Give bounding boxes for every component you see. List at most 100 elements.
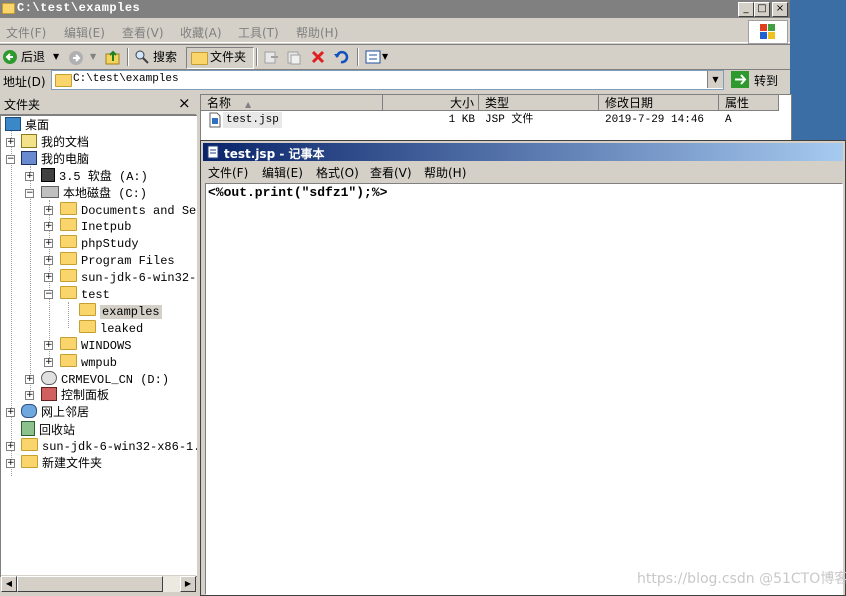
close-button[interactable]: × [772, 2, 788, 17]
undo-icon[interactable] [333, 49, 349, 65]
expand-icon[interactable]: + [44, 273, 53, 283]
expand-icon[interactable]: + [44, 340, 53, 350]
tree-item[interactable]: CRMEVOL_CN (D:) [41, 370, 169, 387]
column-attributes[interactable]: 属性 [719, 95, 779, 111]
column-name[interactable]: 名称 ▲ [201, 95, 383, 111]
copy-to-icon[interactable] [286, 49, 302, 65]
forward-arrow-icon[interactable] [68, 50, 84, 66]
folder-icon [55, 74, 72, 87]
file-row[interactable]: test.jsp 1 KB JSP 文件 2019-7-29 14:46 A [205, 112, 783, 128]
menu-edit[interactable]: 编辑(E) [64, 24, 105, 41]
menu-help[interactable]: 帮助(H) [296, 24, 338, 41]
tree-item[interactable]: WINDOWS [60, 336, 131, 353]
jsp-file-icon [209, 112, 221, 128]
tree-item[interactable]: 网上邻居 [21, 404, 89, 420]
search-button[interactable]: 搜索 [153, 48, 177, 66]
expand-icon[interactable]: + [44, 205, 53, 215]
folder-icon [60, 286, 77, 299]
column-size[interactable]: 大小 [383, 95, 479, 111]
expand-icon[interactable]: + [25, 374, 34, 384]
expand-icon[interactable]: + [44, 357, 53, 367]
collapse-icon[interactable]: − [6, 154, 15, 164]
expand-icon[interactable]: + [25, 391, 34, 401]
expand-icon[interactable]: + [6, 442, 15, 452]
tree-item[interactable]: leaked [79, 319, 143, 336]
notepad-title: test.jsp - 记事本 [224, 147, 325, 161]
tree-item[interactable]: 我的电脑 [21, 150, 89, 167]
notepad-menu-format[interactable]: 格式(O) [316, 164, 359, 181]
tree-item[interactable]: 新建文件夹 [21, 455, 102, 471]
notepad-title-bar[interactable]: test.jsp - 记事本 [203, 143, 843, 161]
folder-icon [21, 455, 38, 468]
forward-dropdown-icon[interactable]: ▼ [90, 48, 96, 66]
tree-item[interactable]: examples [79, 302, 162, 319]
tree-item[interactable]: 我的文档 [21, 133, 89, 150]
move-to-icon[interactable] [263, 49, 279, 65]
tree-item[interactable]: test [60, 286, 110, 302]
folder-tree: 桌面 + 我的文档 − 我的电脑 +3.5 软盘 (A:) − 本地磁盘 (C:) + Docum… [0, 115, 229, 577]
scroll-left-icon[interactable]: ◀ [1, 576, 17, 592]
menu-view[interactable]: 查看(V) [122, 24, 164, 41]
expand-icon[interactable]: + [6, 137, 15, 147]
tree-item[interactable]: 回收站 [21, 421, 75, 437]
up-folder-icon[interactable] [105, 49, 121, 65]
column-modified[interactable]: 修改日期 [599, 95, 719, 111]
folders-pane-close-icon[interactable]: × [178, 94, 191, 112]
expand-icon[interactable]: + [25, 171, 34, 181]
tree-item-label: test [81, 288, 110, 302]
folder-icon [60, 201, 77, 215]
folders-button[interactable]: 文件夹 [210, 48, 246, 66]
address-input[interactable]: C:\test\examples ▼ [51, 70, 724, 90]
views-dropdown-icon[interactable]: ▼ [382, 48, 388, 66]
views-icon[interactable] [365, 49, 381, 65]
folders-pane-title: 文件夹 [4, 98, 41, 112]
expand-icon[interactable]: + [44, 239, 53, 249]
notepad-menu-edit[interactable]: 编辑(E) [262, 164, 303, 181]
expand-icon[interactable]: + [6, 459, 15, 468]
search-icon[interactable] [134, 49, 150, 65]
notepad-menu-file[interactable]: 文件(F) [208, 164, 248, 181]
go-button[interactable]: 转到 [728, 70, 784, 89]
menu-favorites[interactable]: 收藏(A) [180, 24, 222, 41]
scroll-thumb[interactable] [17, 576, 163, 592]
collapse-icon[interactable]: − [25, 188, 34, 198]
menu-file[interactable]: 文件(F) [6, 24, 46, 41]
tree-item[interactable]: Program Files [60, 252, 175, 268]
tree-item[interactable]: Documents and Setti [60, 201, 218, 218]
expand-icon[interactable]: + [44, 222, 53, 232]
explorer-title-bar[interactable]: C:\test\examples _ □ × [0, 0, 790, 18]
minimize-button[interactable]: _ [738, 2, 754, 17]
go-arrow-icon [731, 71, 749, 88]
address-dropdown-icon[interactable]: ▼ [707, 71, 723, 88]
my-documents-icon [21, 133, 37, 148]
back-arrow-icon[interactable] [2, 49, 18, 65]
notepad-menu-view[interactable]: 查看(V) [370, 164, 412, 181]
notepad-menu-help[interactable]: 帮助(H) [424, 164, 466, 181]
file-list: 名称 ▲ 大小 类型 修改日期 属性 test.jsp 1 KB JSP 文件 2… [200, 94, 792, 142]
tree-item[interactable]: wmpub [60, 353, 117, 370]
expand-icon[interactable]: + [6, 408, 15, 418]
tree-item-label: Program Files [81, 254, 175, 269]
scroll-right-icon[interactable]: ▶ [180, 576, 196, 592]
notepad-text-area[interactable]: <%out.print("sdfz1");%> [205, 183, 843, 595]
tree-item-label: 控制面板 [61, 389, 110, 404]
tree-item[interactable]: 桌面 [5, 117, 49, 133]
tree-item[interactable]: 3.5 软盘 (A:) [41, 167, 148, 184]
cdrom-icon [41, 370, 57, 385]
folder-icon [60, 252, 77, 266]
column-type[interactable]: 类型 [479, 95, 599, 111]
back-button[interactable]: 后退 [21, 48, 45, 66]
tree-item[interactable]: phpStudy [60, 235, 139, 251]
menu-tools[interactable]: 工具(T) [238, 24, 279, 41]
tree-item[interactable]: Inetpub [60, 218, 131, 234]
folder-icon [60, 336, 77, 350]
tree-item[interactable]: 控制面板 [41, 387, 109, 403]
delete-icon[interactable] [310, 49, 326, 65]
address-value: C:\test\examples [73, 73, 179, 85]
expand-icon[interactable]: + [44, 256, 53, 266]
maximize-button[interactable]: □ [754, 2, 770, 17]
tree-horizontal-scrollbar[interactable]: ◀ ▶ [1, 575, 196, 592]
tree-item[interactable]: 本地磁盘 (C:) [41, 185, 147, 201]
back-dropdown-icon[interactable]: ▼ [53, 48, 59, 66]
collapse-icon[interactable]: − [44, 290, 53, 299]
